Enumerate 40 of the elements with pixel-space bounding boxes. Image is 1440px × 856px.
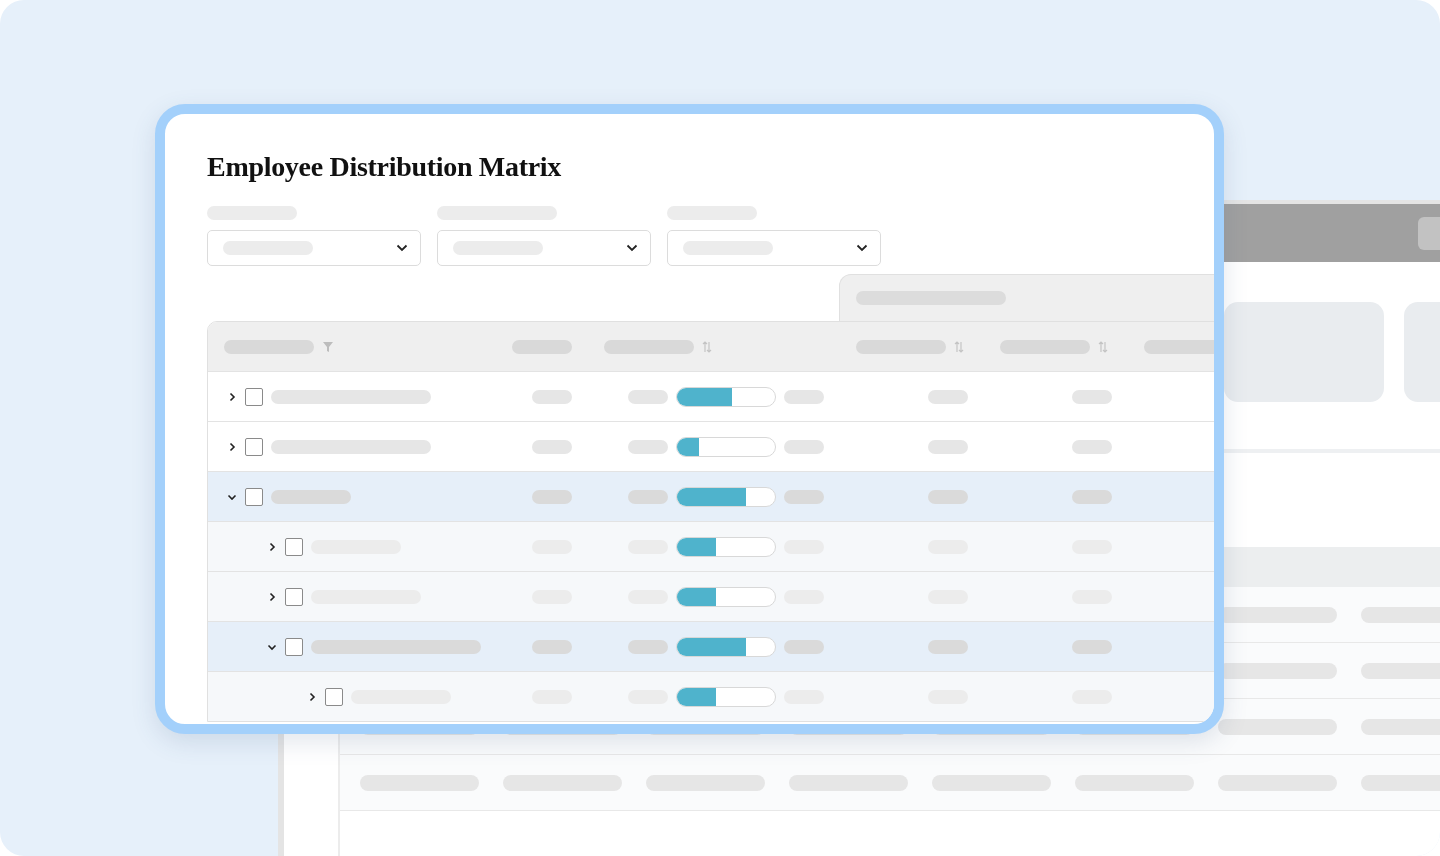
chevron-icon [626, 244, 638, 252]
placeholder-bar [532, 389, 572, 404]
checkbox[interactable] [325, 687, 343, 706]
dropdown-field[interactable] [207, 230, 421, 266]
chevron-icon[interactable] [227, 391, 237, 402]
card-title: Employee Distribution Matrix [207, 150, 562, 184]
placeholder-bar [784, 639, 824, 654]
placeholder-bar [532, 489, 572, 504]
placeholder-bar [928, 489, 968, 504]
placeholder-bar [784, 489, 824, 504]
checkbox[interactable] [285, 537, 303, 556]
dropdown-field[interactable] [437, 230, 651, 266]
placeholder-bar [784, 439, 824, 454]
placeholder-bar [628, 639, 668, 654]
placeholder-bar [928, 639, 968, 654]
placeholder-bar [928, 439, 968, 454]
placeholder-bar [1072, 389, 1112, 404]
placeholder-bar [928, 389, 968, 404]
checkbox[interactable] [245, 487, 263, 506]
chevron-icon[interactable] [307, 691, 317, 702]
chevron-icon [856, 244, 868, 252]
placeholder-bar [628, 389, 668, 404]
placeholder-bar [628, 439, 668, 454]
placeholder-bar [532, 439, 572, 454]
placeholder-bar [1072, 639, 1112, 654]
checkbox[interactable] [245, 437, 263, 456]
placeholder-bar [532, 639, 572, 654]
checkbox[interactable] [285, 637, 303, 656]
dropdown-field[interactable] [667, 230, 881, 266]
checkbox[interactable] [245, 387, 263, 406]
placeholder-bar [628, 489, 668, 504]
placeholder-bar [784, 389, 824, 404]
chevron-icon [396, 244, 408, 252]
placeholder-bar [1072, 489, 1112, 504]
chevron-icon[interactable] [227, 441, 237, 452]
chevron-icon[interactable] [267, 541, 277, 552]
placeholder-bar [1144, 339, 1214, 354]
checkbox[interactable] [285, 587, 303, 606]
chevron-icon[interactable] [267, 591, 277, 602]
placeholder-bar [1072, 439, 1112, 454]
